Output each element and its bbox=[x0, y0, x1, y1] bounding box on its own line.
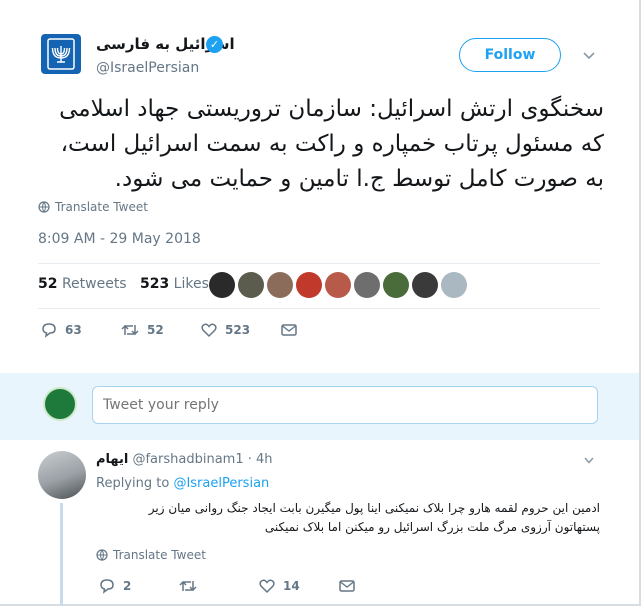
reply-message-action[interactable] bbox=[338, 578, 356, 594]
translate-label: Translate Tweet bbox=[55, 200, 148, 214]
reply-author-handle[interactable]: @farshadbinam1 bbox=[132, 452, 243, 467]
reply-author-avatar[interactable] bbox=[38, 451, 86, 499]
liker-avatars bbox=[209, 272, 467, 298]
liker-avatar[interactable] bbox=[296, 272, 322, 298]
retweet-action[interactable]: 52 bbox=[120, 322, 164, 338]
liker-avatar[interactable] bbox=[383, 272, 409, 298]
reply-like-action[interactable]: 14 bbox=[258, 578, 300, 594]
envelope-icon bbox=[339, 580, 355, 592]
likes-count[interactable]: 523 bbox=[140, 276, 169, 292]
liker-avatar[interactable] bbox=[209, 272, 235, 298]
likes-label[interactable]: Likes bbox=[174, 276, 209, 292]
liker-avatar[interactable] bbox=[267, 272, 293, 298]
current-user-avatar[interactable] bbox=[43, 387, 77, 421]
author-handle[interactable]: @IsraelPersian bbox=[96, 60, 199, 76]
reply-text: ادمین این حروم لقمه هارو چرا بلاک نمیکنی… bbox=[148, 501, 600, 534]
tweet-timestamp[interactable]: 8:09 AM - 29 May 2018 bbox=[38, 231, 201, 247]
liker-avatar[interactable] bbox=[354, 272, 380, 298]
reply-reply-count: 2 bbox=[123, 579, 132, 593]
translate-tweet-link[interactable]: Translate Tweet bbox=[96, 548, 206, 562]
direct-message-action[interactable] bbox=[280, 322, 298, 338]
chevron-down-icon[interactable] bbox=[582, 48, 596, 62]
like-count: 523 bbox=[225, 323, 251, 337]
reply-icon bbox=[100, 579, 114, 594]
reply-reply-action[interactable]: 2 bbox=[98, 578, 131, 594]
reply-like-count: 14 bbox=[283, 579, 300, 593]
liker-avatar[interactable] bbox=[441, 272, 467, 298]
verified-badge-icon: ✓ bbox=[206, 36, 223, 53]
liker-avatar[interactable] bbox=[238, 272, 264, 298]
author-avatar[interactable] bbox=[41, 34, 81, 74]
chevron-down-icon[interactable] bbox=[583, 454, 595, 466]
reply-author-name[interactable]: ایهام bbox=[96, 452, 128, 467]
follow-button[interactable]: Follow bbox=[459, 38, 561, 72]
envelope-icon bbox=[281, 324, 297, 336]
menorah-emblem-icon bbox=[47, 38, 75, 70]
liker-avatar[interactable] bbox=[325, 272, 351, 298]
like-action[interactable]: 523 bbox=[200, 322, 250, 338]
tweet-text: سخنگوی ارتش اسرائیل: سازمان تروریستی جها… bbox=[59, 96, 604, 192]
translate-tweet-link[interactable]: Translate Tweet bbox=[38, 200, 148, 214]
reply-retweet-action[interactable] bbox=[178, 578, 205, 594]
reply-time[interactable]: · 4h bbox=[248, 452, 273, 467]
heart-icon bbox=[259, 579, 275, 594]
divider bbox=[38, 263, 600, 264]
heart-icon bbox=[201, 323, 217, 338]
reply-header: ایهام @farshadbinam1 · 4h bbox=[96, 452, 273, 467]
reply-action[interactable]: 63 bbox=[40, 322, 82, 338]
retweets-label[interactable]: Retweets bbox=[62, 276, 127, 292]
reply-input[interactable] bbox=[92, 386, 598, 424]
thread-line bbox=[60, 503, 63, 606]
replying-prefix: Replying to bbox=[96, 476, 170, 491]
retweet-icon bbox=[179, 580, 197, 592]
liker-avatar[interactable] bbox=[412, 272, 438, 298]
retweets-count[interactable]: 52 bbox=[38, 276, 57, 292]
translate-label: Translate Tweet bbox=[113, 548, 206, 562]
reply-count: 63 bbox=[65, 323, 82, 337]
replying-to-handle[interactable]: @IsraelPersian bbox=[173, 476, 269, 491]
globe-icon bbox=[96, 549, 108, 561]
replying-to: Replying to @IsraelPersian bbox=[96, 476, 269, 491]
tweet-stats: 52 Retweets 523 Likes bbox=[38, 276, 209, 292]
retweet-icon bbox=[121, 324, 139, 336]
reply-icon bbox=[42, 323, 56, 338]
divider bbox=[38, 308, 600, 309]
retweet-count: 52 bbox=[147, 323, 164, 337]
globe-icon bbox=[38, 201, 50, 213]
